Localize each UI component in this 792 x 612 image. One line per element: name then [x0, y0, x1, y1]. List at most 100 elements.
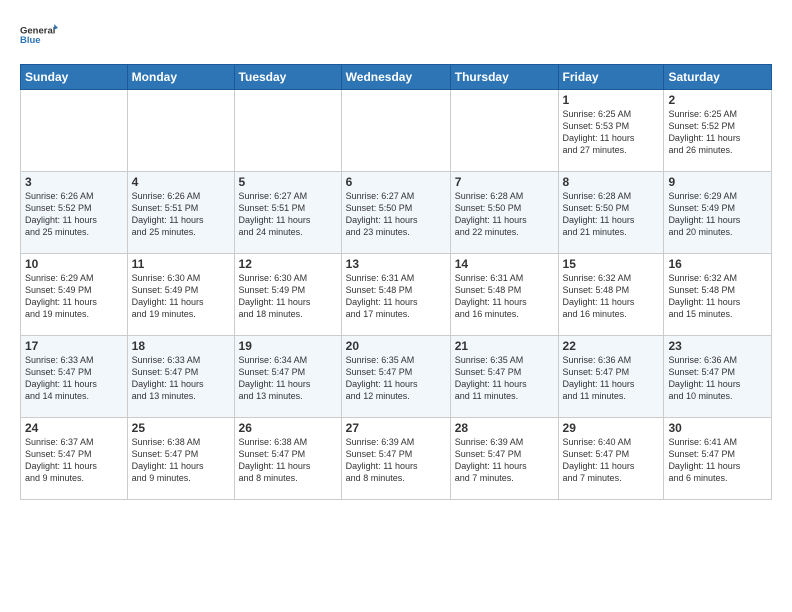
day-info: Sunrise: 6:39 AM Sunset: 5:47 PM Dayligh… [346, 436, 446, 485]
weekday-header-cell: Saturday [664, 65, 772, 90]
day-info: Sunrise: 6:28 AM Sunset: 5:50 PM Dayligh… [455, 190, 554, 239]
calendar-day-cell: 21Sunrise: 6:35 AM Sunset: 5:47 PM Dayli… [450, 336, 558, 418]
calendar-day-cell: 14Sunrise: 6:31 AM Sunset: 5:48 PM Dayli… [450, 254, 558, 336]
calendar-day-cell: 25Sunrise: 6:38 AM Sunset: 5:47 PM Dayli… [127, 418, 234, 500]
calendar-day-cell: 20Sunrise: 6:35 AM Sunset: 5:47 PM Dayli… [341, 336, 450, 418]
calendar-day-cell [341, 90, 450, 172]
day-info: Sunrise: 6:37 AM Sunset: 5:47 PM Dayligh… [25, 436, 123, 485]
day-number: 5 [239, 175, 337, 189]
day-number: 27 [346, 421, 446, 435]
calendar-day-cell: 24Sunrise: 6:37 AM Sunset: 5:47 PM Dayli… [21, 418, 128, 500]
day-info: Sunrise: 6:26 AM Sunset: 5:51 PM Dayligh… [132, 190, 230, 239]
calendar-day-cell: 27Sunrise: 6:39 AM Sunset: 5:47 PM Dayli… [341, 418, 450, 500]
day-info: Sunrise: 6:33 AM Sunset: 5:47 PM Dayligh… [25, 354, 123, 403]
weekday-header-cell: Sunday [21, 65, 128, 90]
day-info: Sunrise: 6:30 AM Sunset: 5:49 PM Dayligh… [239, 272, 337, 321]
weekday-header-row: SundayMondayTuesdayWednesdayThursdayFrid… [21, 65, 772, 90]
calendar-week-row: 10Sunrise: 6:29 AM Sunset: 5:49 PM Dayli… [21, 254, 772, 336]
calendar-day-cell: 3Sunrise: 6:26 AM Sunset: 5:52 PM Daylig… [21, 172, 128, 254]
day-number: 19 [239, 339, 337, 353]
weekday-header-cell: Thursday [450, 65, 558, 90]
day-info: Sunrise: 6:39 AM Sunset: 5:47 PM Dayligh… [455, 436, 554, 485]
calendar-day-cell: 10Sunrise: 6:29 AM Sunset: 5:49 PM Dayli… [21, 254, 128, 336]
day-number: 23 [668, 339, 767, 353]
calendar-day-cell: 30Sunrise: 6:41 AM Sunset: 5:47 PM Dayli… [664, 418, 772, 500]
calendar-day-cell: 13Sunrise: 6:31 AM Sunset: 5:48 PM Dayli… [341, 254, 450, 336]
day-number: 1 [563, 93, 660, 107]
calendar-day-cell: 12Sunrise: 6:30 AM Sunset: 5:49 PM Dayli… [234, 254, 341, 336]
day-info: Sunrise: 6:38 AM Sunset: 5:47 PM Dayligh… [239, 436, 337, 485]
calendar-day-cell: 6Sunrise: 6:27 AM Sunset: 5:50 PM Daylig… [341, 172, 450, 254]
calendar-day-cell: 29Sunrise: 6:40 AM Sunset: 5:47 PM Dayli… [558, 418, 664, 500]
day-info: Sunrise: 6:33 AM Sunset: 5:47 PM Dayligh… [132, 354, 230, 403]
svg-text:Blue: Blue [20, 35, 41, 46]
calendar-day-cell: 5Sunrise: 6:27 AM Sunset: 5:51 PM Daylig… [234, 172, 341, 254]
day-number: 2 [668, 93, 767, 107]
calendar-day-cell: 7Sunrise: 6:28 AM Sunset: 5:50 PM Daylig… [450, 172, 558, 254]
day-number: 26 [239, 421, 337, 435]
day-number: 29 [563, 421, 660, 435]
day-info: Sunrise: 6:27 AM Sunset: 5:51 PM Dayligh… [239, 190, 337, 239]
day-number: 11 [132, 257, 230, 271]
day-info: Sunrise: 6:25 AM Sunset: 5:53 PM Dayligh… [563, 108, 660, 157]
day-info: Sunrise: 6:38 AM Sunset: 5:47 PM Dayligh… [132, 436, 230, 485]
calendar-day-cell: 8Sunrise: 6:28 AM Sunset: 5:50 PM Daylig… [558, 172, 664, 254]
calendar-day-cell: 4Sunrise: 6:26 AM Sunset: 5:51 PM Daylig… [127, 172, 234, 254]
calendar-day-cell: 19Sunrise: 6:34 AM Sunset: 5:47 PM Dayli… [234, 336, 341, 418]
day-number: 25 [132, 421, 230, 435]
page: General Blue SundayMondayTuesdayWednesda… [0, 0, 792, 510]
calendar-day-cell: 23Sunrise: 6:36 AM Sunset: 5:47 PM Dayli… [664, 336, 772, 418]
calendar-table: SundayMondayTuesdayWednesdayThursdayFrid… [20, 64, 772, 500]
day-number: 6 [346, 175, 446, 189]
day-info: Sunrise: 6:31 AM Sunset: 5:48 PM Dayligh… [346, 272, 446, 321]
day-number: 3 [25, 175, 123, 189]
day-number: 30 [668, 421, 767, 435]
day-info: Sunrise: 6:35 AM Sunset: 5:47 PM Dayligh… [346, 354, 446, 403]
day-number: 22 [563, 339, 660, 353]
calendar-week-row: 3Sunrise: 6:26 AM Sunset: 5:52 PM Daylig… [21, 172, 772, 254]
day-info: Sunrise: 6:40 AM Sunset: 5:47 PM Dayligh… [563, 436, 660, 485]
day-number: 21 [455, 339, 554, 353]
calendar-day-cell: 16Sunrise: 6:32 AM Sunset: 5:48 PM Dayli… [664, 254, 772, 336]
calendar-day-cell [21, 90, 128, 172]
day-info: Sunrise: 6:32 AM Sunset: 5:48 PM Dayligh… [668, 272, 767, 321]
day-number: 20 [346, 339, 446, 353]
day-number: 28 [455, 421, 554, 435]
day-number: 7 [455, 175, 554, 189]
weekday-header-cell: Wednesday [341, 65, 450, 90]
header: General Blue [20, 16, 772, 54]
calendar-day-cell: 1Sunrise: 6:25 AM Sunset: 5:53 PM Daylig… [558, 90, 664, 172]
day-info: Sunrise: 6:30 AM Sunset: 5:49 PM Dayligh… [132, 272, 230, 321]
calendar-day-cell [234, 90, 341, 172]
calendar-day-cell [450, 90, 558, 172]
calendar-week-row: 1Sunrise: 6:25 AM Sunset: 5:53 PM Daylig… [21, 90, 772, 172]
day-info: Sunrise: 6:29 AM Sunset: 5:49 PM Dayligh… [25, 272, 123, 321]
day-number: 4 [132, 175, 230, 189]
calendar-day-cell: 28Sunrise: 6:39 AM Sunset: 5:47 PM Dayli… [450, 418, 558, 500]
day-info: Sunrise: 6:29 AM Sunset: 5:49 PM Dayligh… [668, 190, 767, 239]
day-number: 24 [25, 421, 123, 435]
day-info: Sunrise: 6:35 AM Sunset: 5:47 PM Dayligh… [455, 354, 554, 403]
day-number: 15 [563, 257, 660, 271]
weekday-header-cell: Monday [127, 65, 234, 90]
calendar-day-cell: 17Sunrise: 6:33 AM Sunset: 5:47 PM Dayli… [21, 336, 128, 418]
calendar-body: 1Sunrise: 6:25 AM Sunset: 5:53 PM Daylig… [21, 90, 772, 500]
day-number: 10 [25, 257, 123, 271]
day-info: Sunrise: 6:26 AM Sunset: 5:52 PM Dayligh… [25, 190, 123, 239]
calendar-day-cell: 2Sunrise: 6:25 AM Sunset: 5:52 PM Daylig… [664, 90, 772, 172]
day-number: 14 [455, 257, 554, 271]
day-info: Sunrise: 6:36 AM Sunset: 5:47 PM Dayligh… [563, 354, 660, 403]
day-number: 13 [346, 257, 446, 271]
weekday-header-cell: Tuesday [234, 65, 341, 90]
day-number: 8 [563, 175, 660, 189]
calendar-week-row: 17Sunrise: 6:33 AM Sunset: 5:47 PM Dayli… [21, 336, 772, 418]
day-number: 18 [132, 339, 230, 353]
day-info: Sunrise: 6:27 AM Sunset: 5:50 PM Dayligh… [346, 190, 446, 239]
calendar-day-cell: 26Sunrise: 6:38 AM Sunset: 5:47 PM Dayli… [234, 418, 341, 500]
day-info: Sunrise: 6:25 AM Sunset: 5:52 PM Dayligh… [668, 108, 767, 157]
day-info: Sunrise: 6:31 AM Sunset: 5:48 PM Dayligh… [455, 272, 554, 321]
day-number: 12 [239, 257, 337, 271]
day-info: Sunrise: 6:32 AM Sunset: 5:48 PM Dayligh… [563, 272, 660, 321]
calendar-day-cell: 18Sunrise: 6:33 AM Sunset: 5:47 PM Dayli… [127, 336, 234, 418]
day-info: Sunrise: 6:36 AM Sunset: 5:47 PM Dayligh… [668, 354, 767, 403]
